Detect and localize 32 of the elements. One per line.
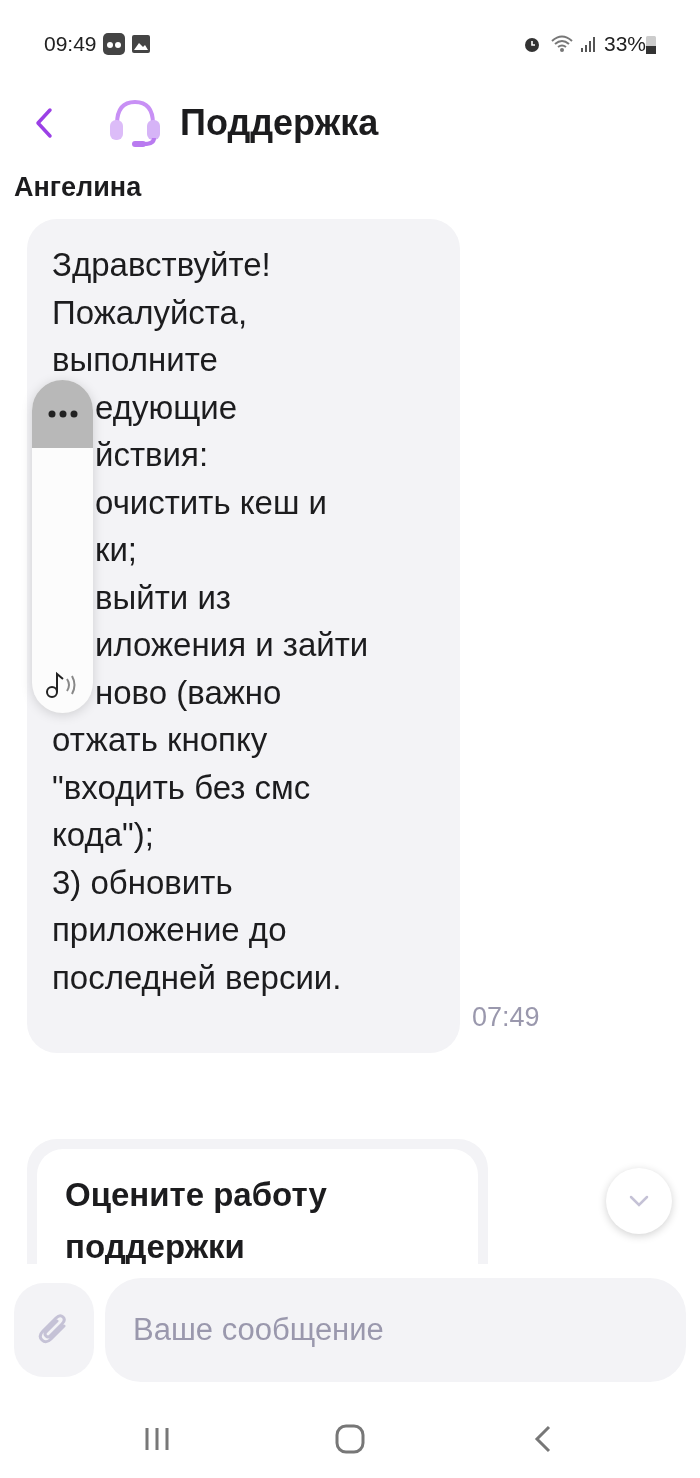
headset-icon <box>108 98 162 148</box>
battery-icon <box>646 34 656 54</box>
message-line: приложение до <box>52 910 287 950</box>
back-chevron-icon <box>34 107 54 139</box>
message-line: йствия: <box>95 435 209 475</box>
message-line: отжать кнопку <box>52 720 268 760</box>
clock-time: 09:49 <box>44 32 97 56</box>
message-line: 3) обновить <box>52 862 233 903</box>
message-line: выполните <box>52 340 218 380</box>
message-line: ново (важно <box>95 672 282 713</box>
message-line: едующие <box>95 387 238 428</box>
image-icon <box>130 34 151 54</box>
message-line: иложения и зайти <box>95 625 369 665</box>
message-line: выйти из <box>95 577 231 618</box>
battery-percent: 33% <box>603 32 646 56</box>
more-button[interactable] <box>32 380 93 448</box>
chat-title: Поддержка <box>180 102 379 144</box>
more-icon <box>47 410 78 418</box>
message-line: кода"); <box>52 815 154 855</box>
sender-name: Ангелина <box>14 172 143 203</box>
home-icon <box>335 1424 365 1454</box>
message-line: Пожалуйста, <box>52 292 248 333</box>
signal-icon <box>579 35 598 53</box>
message-line: "входить без смс <box>52 767 311 808</box>
message-line: ки; <box>95 530 138 570</box>
chevron-down-icon <box>628 1194 650 1208</box>
app-badge-icon <box>102 33 125 55</box>
message-line: Здравствуйте! <box>52 245 271 285</box>
message-line: последней версии. <box>52 957 342 998</box>
message-time: 07:49 <box>472 1002 540 1033</box>
message-input[interactable]: Ваше сообщение <box>105 1278 686 1382</box>
message-line: очистить кеш и <box>95 482 327 523</box>
